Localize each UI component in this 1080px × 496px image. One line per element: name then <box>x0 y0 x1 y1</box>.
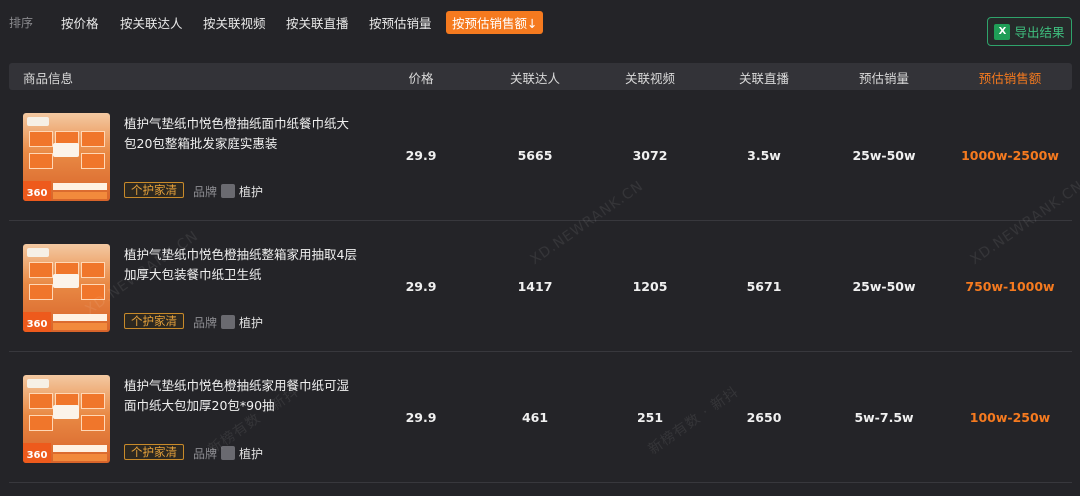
brand-label: 品牌 <box>193 447 218 461</box>
brand-logo-icon <box>221 315 235 329</box>
sort-by-live[interactable]: 按关联直播 <box>286 13 349 32</box>
est-sales-value: 25w-50w <box>852 279 916 294</box>
category-tag: 个护家清 <box>124 182 184 198</box>
live-value: 2650 <box>746 410 782 425</box>
col-est-revenue[interactable]: 预估销售额 <box>979 68 1042 87</box>
col-influencers[interactable]: 关联达人 <box>510 68 560 87</box>
col-est-sales[interactable]: 预估销量 <box>859 68 909 87</box>
price-value: 29.9 <box>405 279 437 294</box>
brand-name[interactable]: 植护 <box>239 314 263 331</box>
sort-label: 排序 <box>9 16 34 30</box>
brand-name[interactable]: 植护 <box>239 445 263 462</box>
export-label: 导出结果 <box>1014 25 1065 40</box>
table-row[interactable]: 360 植护气垫纸巾悦色橙抽纸家用餐巾纸可湿面巾纸大包加厚20包*90抽 个护家… <box>9 352 1072 483</box>
col-product-info: 商品信息 <box>23 71 74 86</box>
sort-by-influencers[interactable]: 按关联达人 <box>120 13 183 32</box>
est-sales-value: 25w-50w <box>852 148 916 163</box>
table-row[interactable]: 360 植护气垫纸巾悦色橙抽纸面巾纸餐巾纸大包20包整箱批发家庭实惠装 个护家清… <box>9 90 1072 221</box>
product-title[interactable]: 植护气垫纸巾悦色橙抽纸家用餐巾纸可湿面巾纸大包加厚20包*90抽 <box>124 376 359 416</box>
product-thumbnail[interactable]: 360 <box>23 375 110 463</box>
table-header: 商品信息 价格 关联达人 关联视频 关联直播 预估销量 预估销售额 <box>9 63 1072 90</box>
col-live[interactable]: 关联直播 <box>739 68 789 87</box>
videos-value: 1205 <box>632 279 668 294</box>
sort-by-est-revenue[interactable]: 按预估销售额↓ <box>446 11 544 34</box>
brand-name[interactable]: 植护 <box>239 183 263 200</box>
category-tag: 个护家清 <box>124 313 184 329</box>
product-thumbnail[interactable]: 360 <box>23 113 110 201</box>
brand-logo-icon <box>221 446 235 460</box>
influencers-value: 1417 <box>517 279 553 294</box>
live-value: 3.5w <box>747 148 781 163</box>
product-title[interactable]: 植护气垫纸巾悦色橙抽纸整箱家用抽取4层加厚大包装餐巾纸卫生纸 <box>124 245 359 285</box>
sort-by-videos[interactable]: 按关联视频 <box>203 13 266 32</box>
videos-value: 251 <box>636 410 664 425</box>
price-value: 29.9 <box>405 148 437 163</box>
col-videos[interactable]: 关联视频 <box>625 68 675 87</box>
est-sales-value: 5w-7.5w <box>854 410 914 425</box>
export-button[interactable]: X 导出结果 <box>987 17 1072 46</box>
brand-label: 品牌 <box>193 185 218 199</box>
product-title[interactable]: 植护气垫纸巾悦色橙抽纸面巾纸餐巾纸大包20包整箱批发家庭实惠装 <box>124 114 359 154</box>
price-badge: 360 <box>23 181 51 201</box>
price-value: 29.9 <box>405 410 437 425</box>
sort-by-est-sales[interactable]: 按预估销量 <box>369 13 432 32</box>
live-value: 5671 <box>746 279 782 294</box>
product-thumbnail[interactable]: 360 <box>23 244 110 332</box>
influencers-value: 461 <box>521 410 549 425</box>
table-row[interactable]: 360 植护气垫纸巾悦色橙抽纸整箱家用抽取4层加厚大包装餐巾纸卫生纸 个护家清 … <box>9 221 1072 352</box>
price-badge: 360 <box>23 443 51 463</box>
sort-bar: 排序 按价格 按关联达人 按关联视频 按关联直播 按预估销量 按预估销售额↓ X… <box>0 0 1080 46</box>
excel-icon: X <box>994 23 1011 40</box>
category-tag: 个护家清 <box>124 444 184 460</box>
brand-logo-icon <box>221 184 235 198</box>
price-badge: 360 <box>23 312 51 332</box>
est-revenue-value: 1000w-2500w <box>961 148 1059 163</box>
brand-label: 品牌 <box>193 316 218 330</box>
col-price[interactable]: 价格 <box>408 68 433 87</box>
est-revenue-value: 100w-250w <box>969 410 1051 425</box>
sort-by-price[interactable]: 按价格 <box>61 13 99 32</box>
videos-value: 3072 <box>632 148 668 163</box>
influencers-value: 5665 <box>517 148 553 163</box>
est-revenue-value: 750w-1000w <box>965 279 1055 294</box>
